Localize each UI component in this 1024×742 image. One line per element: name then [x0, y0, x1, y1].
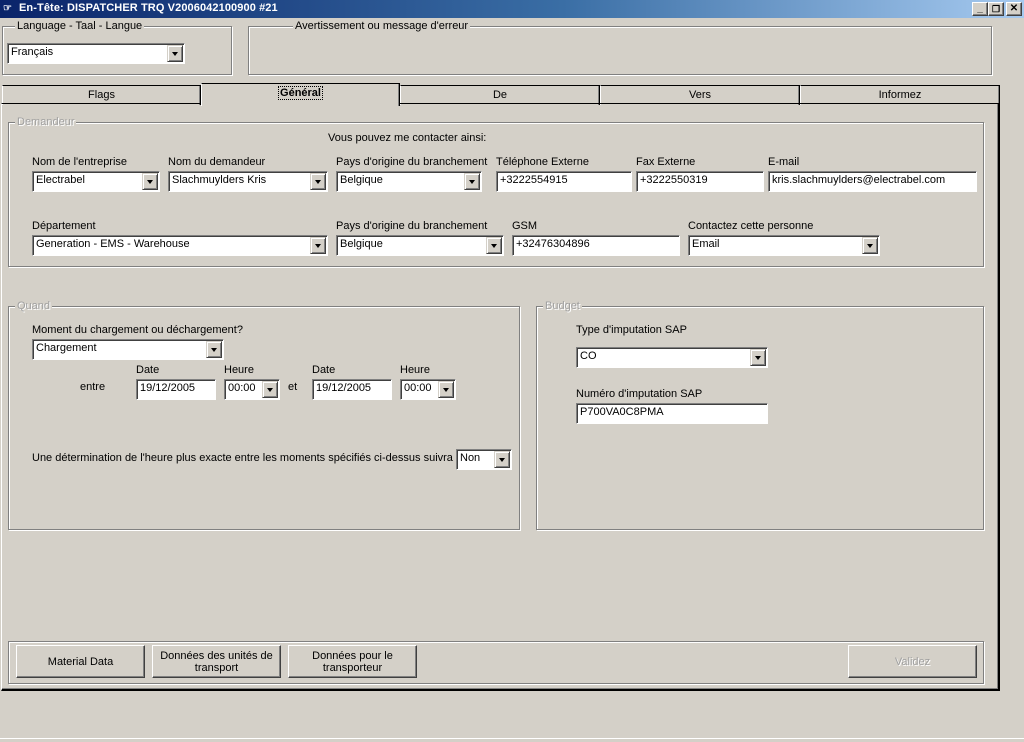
email-input[interactable]: kris.slachmuylders@electrabel.com [768, 171, 977, 192]
country-value: Belgique [340, 174, 383, 186]
demandeur-legend: Demandeur [15, 116, 77, 128]
country2-value: Belgique [340, 238, 383, 250]
email-label: E-mail [768, 156, 800, 168]
message-legend: Avertissement ou message d'erreur [293, 20, 471, 32]
minimize-button[interactable]: _ [972, 2, 988, 16]
from-time-select[interactable]: 00:00 [224, 379, 280, 400]
phone-label: Téléphone Externe [496, 156, 589, 168]
requester-select[interactable]: Slachmuylders Kris [168, 171, 328, 192]
moment-select[interactable]: Chargement [32, 339, 224, 360]
gsm-label: GSM [512, 220, 538, 232]
window-title: En-Tête: DISPATCHER TRQ V2006042100900 #… [19, 2, 278, 14]
tab-flags[interactable]: Flags [2, 85, 201, 105]
contact-method-select[interactable]: Email [688, 235, 880, 256]
chevron-down-icon[interactable] [486, 237, 502, 254]
from-time-label: Heure [224, 364, 254, 376]
department-select[interactable]: Generation - EMS - Warehouse [32, 235, 328, 256]
exact-time-label: Une détermination de l'heure plus exacte… [32, 452, 453, 464]
tab-general[interactable]: Général [201, 83, 400, 106]
from-date-input[interactable]: 19/12/2005 [136, 379, 216, 400]
sap-number-label: Numéro d'imputation SAP [576, 388, 703, 400]
validate-button[interactable]: Validez [848, 645, 977, 678]
transport-units-button[interactable]: Données des unités de transport [152, 645, 281, 678]
exact-time-value: Non [460, 452, 481, 464]
sap-type-value: CO [580, 350, 597, 362]
to-time-label: Heure [400, 364, 430, 376]
from-date-label: Date [136, 364, 160, 376]
department-label: Département [32, 220, 96, 232]
moment-value: Chargement [36, 342, 97, 354]
requester-value: Slachmuylders Kris [172, 174, 267, 186]
moment-label: Moment du chargement ou déchargement? [32, 324, 243, 336]
to-time-select[interactable]: 00:00 [400, 379, 456, 400]
requester-label: Nom du demandeur [168, 156, 266, 168]
sap-number-input[interactable]: P700VA0C8PMA [576, 403, 768, 424]
title-bar: ☞ En-Tête: DISPATCHER TRQ V2006042100900… [0, 0, 1024, 18]
gsm-input[interactable]: +32476304896 [512, 235, 680, 256]
sap-type-select[interactable]: CO [576, 347, 768, 368]
from-time-value: 00:00 [228, 382, 256, 394]
phone-input[interactable]: +3222554915 [496, 171, 632, 192]
restore-button[interactable]: ❐ [988, 2, 1004, 16]
exact-time-select[interactable]: Non [456, 449, 512, 470]
chevron-down-icon[interactable] [750, 349, 766, 366]
sap-type-label: Type d'imputation SAP [576, 324, 687, 336]
chevron-down-icon[interactable] [438, 381, 454, 398]
chevron-down-icon[interactable] [310, 237, 326, 254]
pointing-hand-icon: ☞ [3, 3, 12, 14]
quand-legend: Quand [15, 300, 53, 312]
entre-label: entre [80, 381, 106, 393]
to-date-input[interactable]: 19/12/2005 [312, 379, 392, 400]
company-select[interactable]: Electrabel [32, 171, 160, 192]
tab-informez[interactable]: Informez [800, 85, 1000, 105]
chevron-down-icon[interactable] [310, 173, 326, 190]
country2-select[interactable]: Belgique [336, 235, 504, 256]
department-value: Generation - EMS - Warehouse [36, 238, 190, 250]
status-divider [0, 738, 1024, 739]
et-label: et [288, 381, 298, 393]
contact-hint: Vous pouvez me contacter ainsi: [328, 132, 487, 144]
chevron-down-icon[interactable] [862, 237, 878, 254]
tab-label: Informez [878, 89, 922, 101]
tab-vers[interactable]: Vers [600, 85, 800, 105]
budget-legend: Budget [543, 300, 582, 312]
fax-input[interactable]: +3222550319 [636, 171, 764, 192]
tab-label: Vers [688, 89, 711, 101]
country-label: Pays d'origine du branchement [336, 156, 488, 168]
chevron-down-icon[interactable] [262, 381, 278, 398]
chevron-down-icon[interactable] [142, 173, 158, 190]
language-value: Français [11, 46, 54, 58]
tab-label: Général [278, 86, 323, 100]
company-value: Electrabel [36, 174, 85, 186]
country-select[interactable]: Belgique [336, 171, 482, 192]
company-label: Nom de l'entreprise [32, 156, 128, 168]
tab-label: De [492, 89, 508, 101]
chevron-down-icon[interactable] [494, 451, 510, 468]
material-data-button[interactable]: Material Data [16, 645, 145, 678]
carrier-data-button[interactable]: Données pour le transporteur [288, 645, 417, 678]
tab-de[interactable]: De [400, 85, 600, 105]
chevron-down-icon[interactable] [464, 173, 480, 190]
chevron-down-icon[interactable] [167, 45, 183, 62]
message-group: Avertissement ou message d'erreur [248, 20, 992, 75]
to-date-label: Date [312, 364, 336, 376]
close-button[interactable]: ✕ [1006, 2, 1022, 16]
language-select[interactable]: Français [7, 43, 185, 64]
contact-method-value: Email [692, 238, 720, 250]
country2-label: Pays d'origine du branchement [336, 220, 488, 232]
chevron-down-icon[interactable] [206, 341, 222, 358]
fax-label: Fax Externe [636, 156, 696, 168]
tab-label: Flags [88, 89, 115, 101]
language-legend: Language - Taal - Langue [15, 20, 145, 32]
contact-method-label: Contactez cette personne [688, 220, 814, 232]
to-time-value: 00:00 [404, 382, 432, 394]
